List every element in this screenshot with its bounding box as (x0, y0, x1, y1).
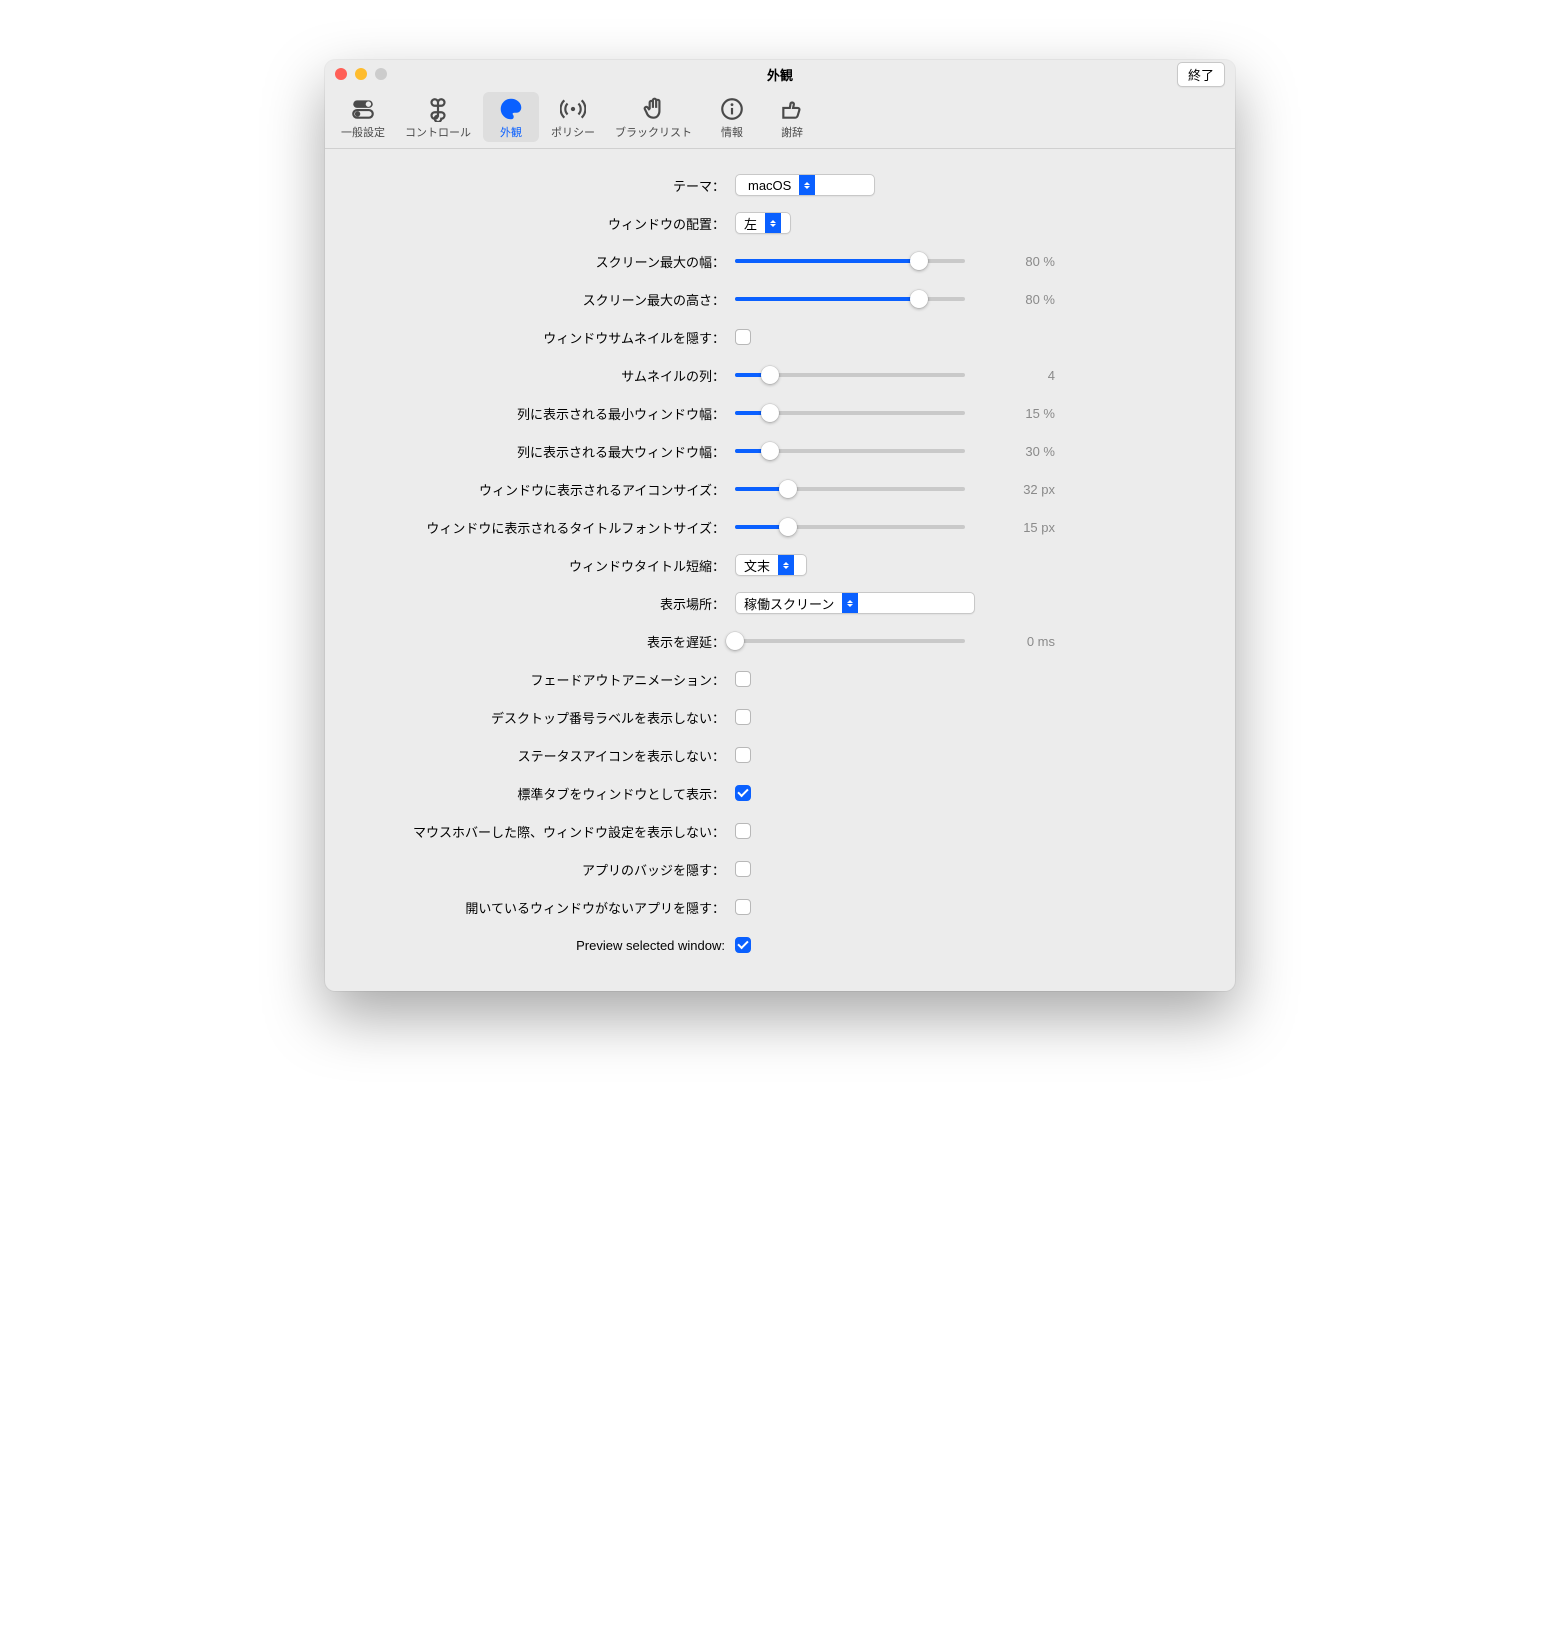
hide-no-window-app-label: 開いているウィンドウがないアプリを隠す： (355, 898, 735, 917)
zoom-icon[interactable] (375, 68, 387, 80)
tab-appearance[interactable]: 外観 (483, 92, 539, 142)
max-height-label: スクリーン最大の高さ： (355, 290, 735, 309)
max-width-value: 80 % (975, 254, 1055, 269)
quit-button[interactable]: 終了 (1177, 62, 1225, 87)
hide-settings-hover-checkbox[interactable] (735, 823, 751, 839)
hide-desktop-label-label: デスクトップ番号ラベルを表示しない： (355, 708, 735, 727)
theme-select[interactable]: macOS (735, 174, 875, 196)
hide-settings-hover-label: マウスホバーした際、ウィンドウ設定を表示しない： (355, 822, 735, 841)
tab-label: ブラックリスト (615, 124, 692, 140)
font-size-slider[interactable] (735, 517, 965, 537)
palette-icon (498, 96, 524, 122)
tab-controls[interactable]: コントロール (397, 92, 479, 142)
tab-info[interactable]: 情報 (704, 92, 760, 142)
show-on-label: 表示場所： (355, 594, 735, 613)
hide-status-icon-checkbox[interactable] (735, 747, 751, 763)
thumb-cols-label: サムネイルの列： (355, 366, 735, 385)
tab-label: ポリシー (551, 124, 595, 140)
hide-thumb-label: ウィンドウサムネイルを隠す： (355, 328, 735, 347)
tab-acknowledgements[interactable]: 謝辞 (764, 92, 820, 142)
show-on-select[interactable]: 稼働スクリーン (735, 592, 975, 614)
font-size-label: ウィンドウに表示されるタイトルフォントサイズ： (355, 518, 735, 537)
window-title: 外観 (325, 65, 1235, 84)
command-icon (425, 96, 451, 122)
min-win-width-value: 15 % (975, 406, 1055, 421)
chevron-updown-icon (799, 175, 815, 195)
max-win-width-value: 30 % (975, 444, 1055, 459)
max-height-slider[interactable] (735, 289, 965, 309)
close-icon[interactable] (335, 68, 347, 80)
max-width-slider[interactable] (735, 251, 965, 271)
tab-general[interactable]: 一般設定 (333, 92, 393, 142)
toolbar: 一般設定 コントロール 外観 ポリシー ブラックリスト (325, 88, 1235, 149)
chevron-updown-icon (778, 555, 794, 575)
delay-value: 0 ms (975, 634, 1055, 649)
traffic-lights (335, 68, 387, 80)
font-size-value: 15 px (975, 520, 1055, 535)
toggles-icon (350, 96, 376, 122)
tab-label: 一般設定 (341, 124, 385, 140)
tab-policy[interactable]: ポリシー (543, 92, 603, 142)
preferences-window: 外観 終了 一般設定 コントロール 外観 ポリシー (325, 60, 1235, 991)
max-win-width-label: 列に表示される最大ウィンドウ幅： (355, 442, 735, 461)
icon-size-label: ウィンドウに表示されるアイコンサイズ： (355, 480, 735, 499)
thumb-cols-slider[interactable] (735, 365, 965, 385)
hide-status-icon-label: ステータスアイコンを表示しない： (355, 746, 735, 765)
delay-label: 表示を遅延： (355, 632, 735, 651)
tab-label: 外観 (500, 124, 522, 140)
hide-desktop-label-checkbox[interactable] (735, 709, 751, 725)
hide-no-window-app-checkbox[interactable] (735, 899, 751, 915)
max-width-label: スクリーン最大の幅： (355, 252, 735, 271)
tab-label: 謝辞 (781, 124, 803, 140)
thumb-cols-value: 4 (975, 368, 1055, 383)
delay-slider[interactable] (735, 631, 965, 651)
hide-app-badge-checkbox[interactable] (735, 861, 751, 877)
fade-out-checkbox[interactable] (735, 671, 751, 687)
settings-panel: テーマ： macOS ウィンドウの配置： 左 スクリーン最大の幅： (325, 149, 1235, 991)
chevron-updown-icon (842, 593, 858, 613)
chevron-updown-icon (765, 213, 781, 233)
tabs-as-windows-checkbox[interactable] (735, 785, 751, 801)
info-icon (719, 96, 745, 122)
tab-label: 情報 (721, 124, 743, 140)
titlebar: 外観 終了 (325, 60, 1235, 88)
fade-out-label: フェードアウトアニメーション： (355, 670, 735, 689)
hide-thumb-checkbox[interactable] (735, 329, 751, 345)
minimize-icon[interactable] (355, 68, 367, 80)
antenna-icon (560, 96, 586, 122)
title-trunc-select[interactable]: 文末 (735, 554, 807, 576)
alignment-label: ウィンドウの配置： (355, 214, 735, 233)
hand-icon (641, 96, 667, 122)
icon-size-value: 32 px (975, 482, 1055, 497)
thumbsup-icon (779, 96, 805, 122)
tabs-as-windows-label: 標準タブをウィンドウとして表示： (355, 784, 735, 803)
tab-label: コントロール (405, 124, 471, 140)
tab-blacklist[interactable]: ブラックリスト (607, 92, 700, 142)
min-win-width-label: 列に表示される最小ウィンドウ幅： (355, 404, 735, 423)
alignment-select[interactable]: 左 (735, 212, 791, 234)
min-win-width-slider[interactable] (735, 403, 965, 423)
max-win-width-slider[interactable] (735, 441, 965, 461)
preview-selected-label: Preview selected window: (355, 938, 735, 953)
title-trunc-label: ウィンドウタイトル短縮： (355, 556, 735, 575)
max-height-value: 80 % (975, 292, 1055, 307)
icon-size-slider[interactable] (735, 479, 965, 499)
theme-label: テーマ： (355, 176, 735, 195)
preview-selected-checkbox[interactable] (735, 937, 751, 953)
hide-app-badge-label: アプリのバッジを隠す： (355, 860, 735, 879)
